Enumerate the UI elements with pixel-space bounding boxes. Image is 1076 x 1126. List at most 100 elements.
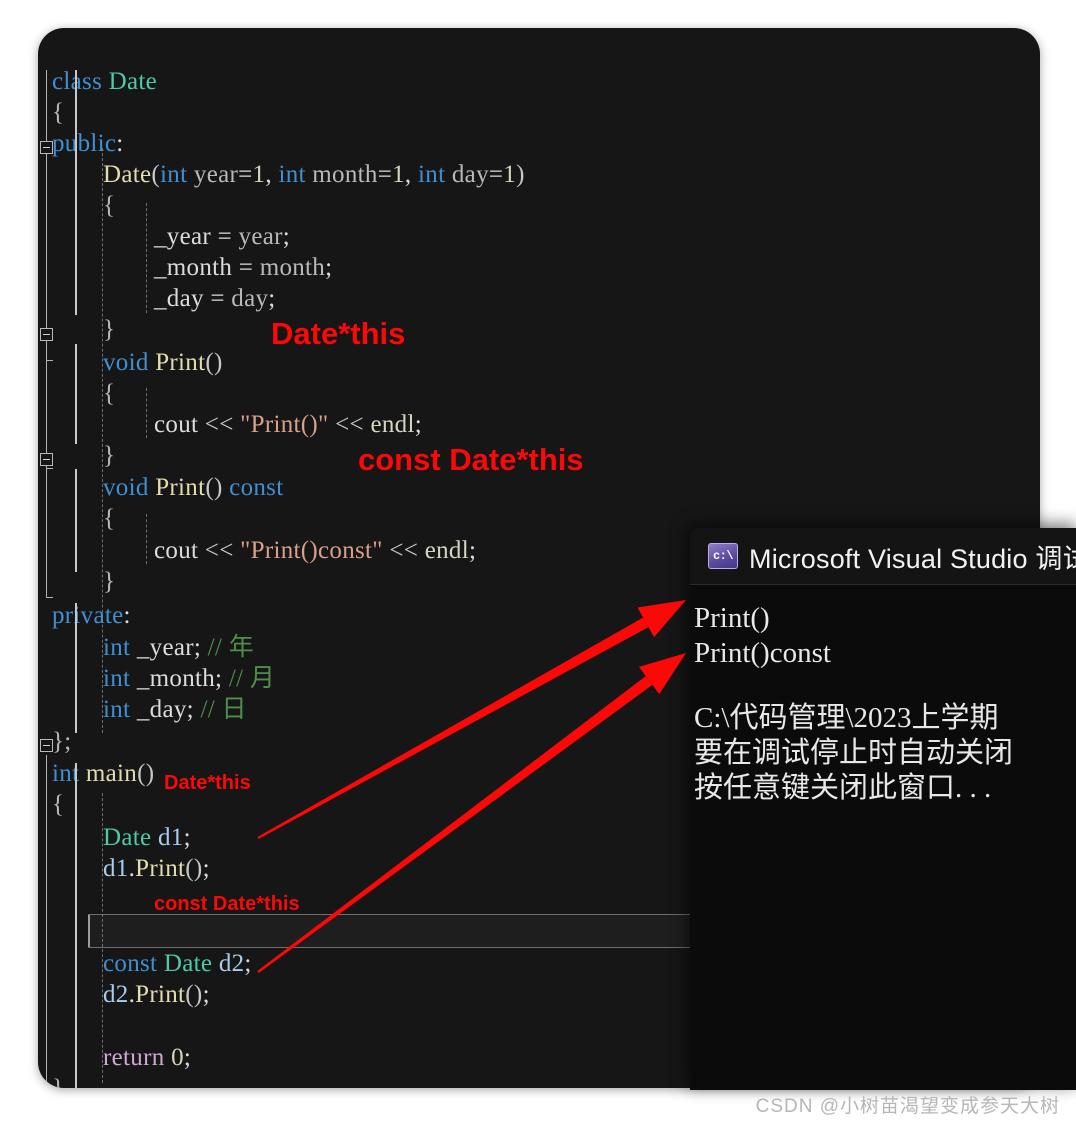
code-line[interactable]: { [103,378,115,409]
code-token: int [103,634,131,661]
code-token: : [123,602,131,629]
code-token: << [328,411,371,438]
code-line[interactable]: return 0; [103,1042,191,1073]
code-token: Print [155,474,206,501]
code-token: : [116,130,124,157]
code-line[interactable]: { [103,503,115,534]
code-token: { [103,380,116,407]
console-window[interactable]: c:\ Microsoft Visual Studio 调试控制台 Print(… [690,528,1076,1090]
code-line[interactable]: int _year; // 年 [103,632,254,663]
annotation-const-date-this-d2: const Date*this [154,893,300,915]
code-token: = [238,161,253,188]
code-token: year [187,161,239,188]
code-line[interactable]: } [103,314,115,345]
code-line[interactable]: { [103,190,115,221]
code-token: endl [370,411,415,438]
code-token: cout [154,411,199,438]
code-token: ; [282,223,290,250]
code-line[interactable]: void Print() [103,347,223,378]
code-token: cout [154,537,199,564]
code-token: void [103,474,149,501]
code-token: { [52,99,65,126]
code-token: Print [135,855,186,882]
code-token: class [52,68,109,95]
code-line[interactable]: d2.Print(); [103,979,210,1010]
code-line[interactable]: { [52,789,64,820]
code-line[interactable]: Date(int year=1, int month=1, int day=1) [103,159,525,190]
code-line[interactable]: int _day; // 日 [103,694,247,725]
csdn-watermark: CSDN @小树苗渴望变成参天大树 [755,1096,1060,1117]
code-token: _month [154,254,233,281]
code-line[interactable]: _year = year; [154,221,290,252]
code-token: Date [163,950,213,977]
code-line[interactable]: const Date d2; [103,948,252,979]
code-token: ( [151,161,161,188]
code-token: 1 [503,161,517,188]
console-icon-glyph: c:\ [712,549,734,563]
indent-guide [102,148,103,733]
code-line[interactable]: void Print() const [103,472,283,503]
code-token: Print [155,349,206,376]
code-line[interactable]: }; [52,726,72,757]
code-line[interactable]: } [103,440,115,471]
indent-guide [146,514,147,564]
code-token: "Print()" [240,411,329,438]
console-title: Microsoft Visual Studio 调试控制台 [749,543,1076,574]
code-token: }; [52,728,72,755]
code-token: 1 [252,161,266,188]
code-token: ; [202,981,210,1008]
code-token: << [198,537,241,564]
code-line[interactable]: _day = day; [154,283,276,314]
code-token: public [52,130,117,157]
code-token: day [231,285,269,312]
code-token: = [488,161,504,188]
annotation-date-this-print: Date*this [271,316,406,351]
code-token: () [205,474,223,501]
code-line[interactable]: cout << "Print()" << endl; [154,409,422,440]
code-token: { [103,505,116,532]
console-output-body: Print() Print()const C:\代码管理\2023上学期 要在调试停止… [690,585,1076,806]
code-token: ; [202,855,210,882]
code-line[interactable]: cout << "Print()const" << endl; [154,535,476,566]
code-token: const [229,474,284,501]
code-token: { [103,192,116,219]
code-token: () [185,855,203,882]
code-token: = [211,223,239,250]
code-token: private [52,602,124,629]
code-token: { [52,791,65,818]
code-line[interactable]: Date d1; [103,822,191,853]
console-output-line: Print() [694,602,770,634]
code-token: d1 [103,855,129,882]
code-line[interactable]: } [103,566,115,597]
annotation-const-date-this-print: const Date*this [358,442,584,477]
code-line[interactable]: int _month; // 月 [103,663,275,694]
structure-bar [75,763,77,1088]
code-token: = [203,285,232,312]
code-token: _year [130,634,194,661]
code-token: int [103,696,131,723]
code-line[interactable]: d1.Print(); [103,853,210,884]
code-token: day [445,161,489,188]
code-token: ; [186,696,201,723]
code-line[interactable]: _month = month; [154,252,332,283]
code-token: = [232,254,260,281]
code-token: Date [108,68,158,95]
indent-guide [102,793,103,1083]
highlighted-current-line[interactable] [88,914,728,948]
code-token: = [377,161,393,188]
console-titlebar[interactable]: c:\ Microsoft Visual Studio 调试控制台 [690,528,1076,585]
code-token: ; [193,634,208,661]
code-line[interactable]: class Date [52,66,157,97]
code-line[interactable]: { [52,97,64,128]
code-line[interactable]: public: [52,128,124,159]
console-output-line: Print()const [694,637,831,669]
code-token: () [185,981,203,1008]
code-token: } [52,1075,64,1088]
code-token: () [137,760,155,787]
code-token: // 年 [207,634,255,661]
code-line[interactable]: } [52,1073,64,1088]
code-line[interactable]: private: [52,600,131,631]
code-token: ; [468,537,477,564]
code-line[interactable]: int main() [52,758,154,789]
